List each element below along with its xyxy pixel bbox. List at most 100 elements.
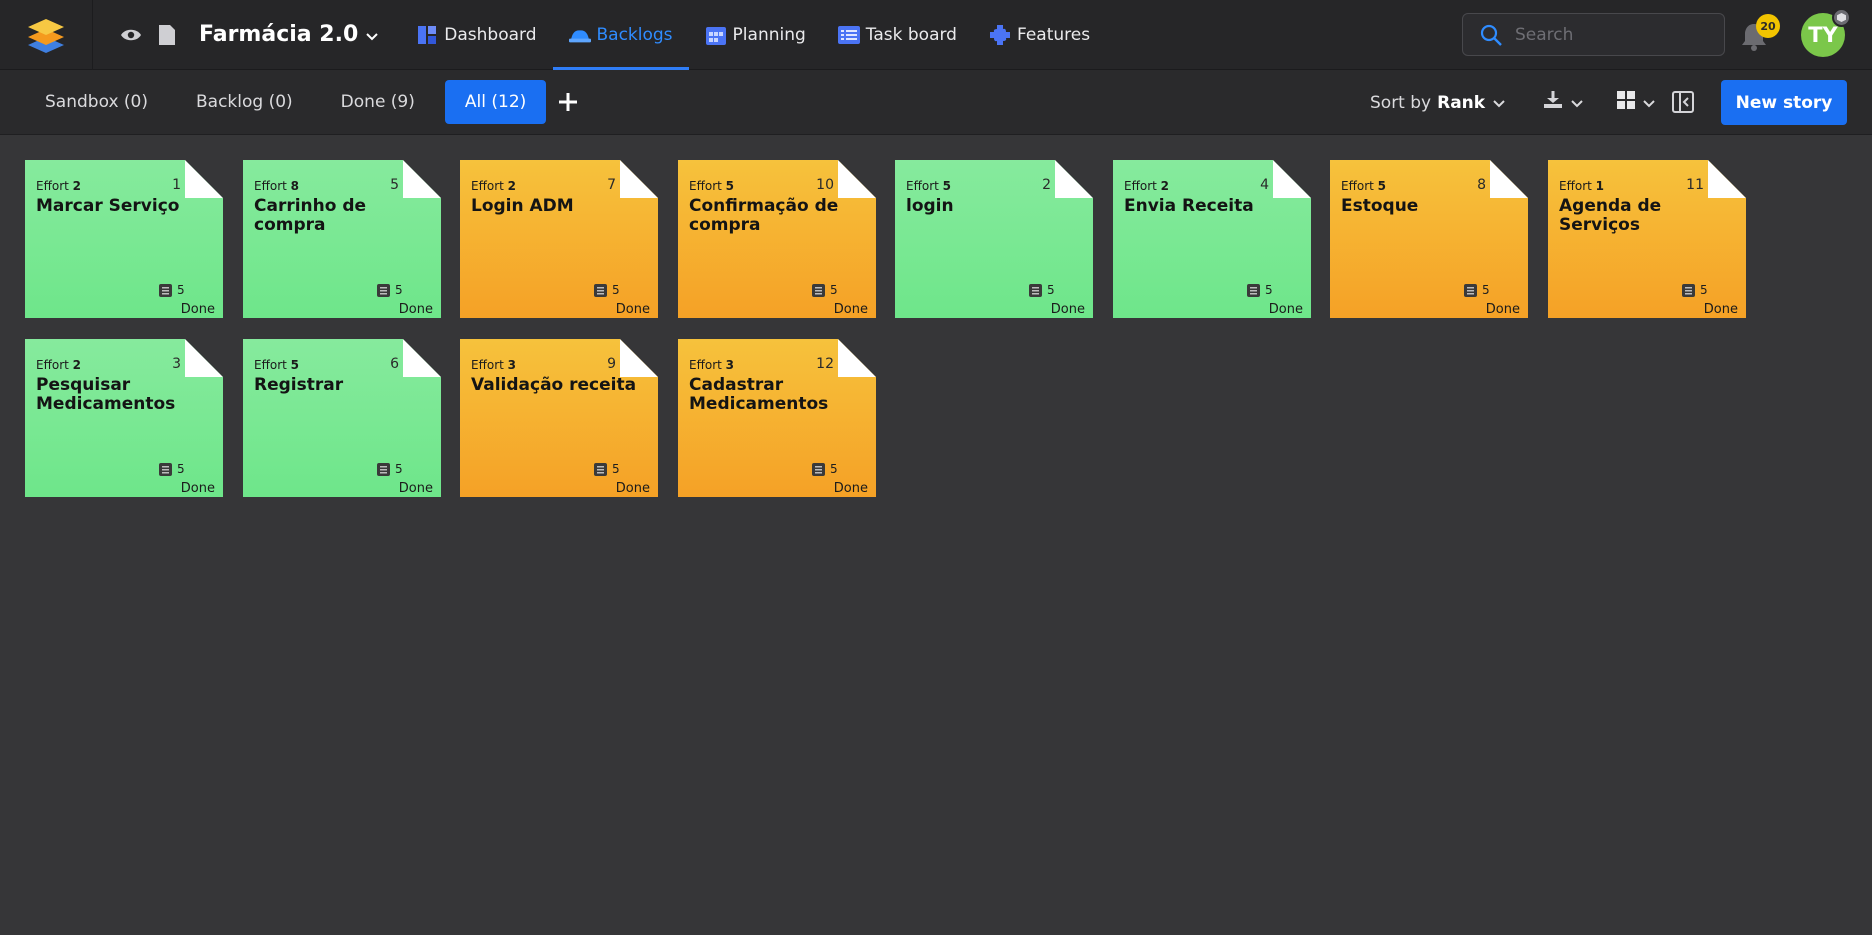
nav-backlogs[interactable]: Backlogs: [552, 0, 689, 70]
story-card[interactable]: Effort 3 12 Cadastrar Medicamentos 5 Done: [678, 339, 876, 497]
effort-value: 1: [1595, 179, 1605, 193]
filter-sandbox[interactable]: Sandbox (0): [21, 80, 172, 124]
task-count: 5: [612, 283, 620, 297]
task-list-icon: [594, 462, 607, 476]
task-count: 5: [830, 462, 838, 476]
story-card[interactable]: Effort 1 11 Agenda de Serviços 5 Done: [1548, 160, 1746, 318]
export-dropdown[interactable]: [1543, 88, 1583, 116]
card-title: Cadastrar Medicamentos: [689, 375, 829, 414]
card-title: Validação receita: [471, 375, 637, 395]
main-nav: Dashboard Backlogs Planning Task board F…: [400, 0, 1106, 70]
card-corner-fold: [620, 160, 658, 198]
task-count: 5: [1047, 283, 1055, 297]
effort-label: Effort: [906, 179, 939, 193]
task-list-icon: [812, 462, 825, 476]
card-title: Confirmação de compra: [689, 196, 839, 235]
task-list-icon: [1682, 283, 1695, 297]
card-corner-fold: [838, 339, 876, 377]
filter-all[interactable]: All (12): [444, 80, 547, 124]
card-corner-fold: [403, 339, 441, 377]
card-status: Done: [180, 481, 215, 496]
task-count: 5: [395, 462, 403, 476]
story-card[interactable]: Effort 5 6 Registrar 5 Done: [243, 339, 441, 497]
add-filter-plus-icon[interactable]: [554, 88, 582, 116]
card-status: Done: [1485, 302, 1520, 317]
story-card[interactable]: Effort 2 3 Pesquisar Medicamentos 5 Done: [25, 339, 223, 497]
eye-icon[interactable]: [117, 21, 145, 49]
effort-value: 5: [942, 179, 952, 193]
task-list-icon: [159, 283, 172, 297]
filter-done[interactable]: Done (9): [317, 80, 439, 124]
download-icon: [1543, 91, 1563, 113]
project-name: Farmácia 2.0: [199, 22, 359, 47]
task-list-icon: [594, 283, 607, 297]
card-status: Done: [1703, 302, 1738, 317]
effort-label: Effort: [36, 179, 69, 193]
project-selector[interactable]: Farmácia 2.0: [199, 22, 378, 47]
card-title: Envia Receita: [1124, 196, 1254, 216]
task-count: 5: [1265, 283, 1273, 297]
story-card[interactable]: Effort 5 10 Confirmação de compra 5 Done: [678, 160, 876, 318]
chevron-down-icon: [1493, 93, 1505, 113]
sort-dropdown[interactable]: Sort by Rank: [1370, 70, 1505, 135]
card-number: 4: [1260, 177, 1269, 193]
card-effort: Effort 2: [36, 358, 81, 372]
chevron-down-icon: [1643, 93, 1655, 112]
card-number: 9: [607, 356, 616, 372]
card-corner-fold: [185, 339, 223, 377]
card-effort: Effort 1: [1559, 179, 1604, 193]
card-status: Done: [1268, 302, 1303, 317]
nav-label: Task board: [865, 24, 957, 45]
card-effort: Effort 5: [1341, 179, 1386, 193]
nav-label: Planning: [732, 24, 806, 45]
backlogs-icon: [568, 24, 591, 46]
story-card[interactable]: Effort 2 1 Marcar Serviço 5 Done: [25, 160, 223, 318]
app-logo-icon[interactable]: [22, 11, 70, 59]
filter-backlog[interactable]: Backlog (0): [172, 80, 317, 124]
card-effort: Effort 5: [254, 358, 299, 372]
card-effort: Effort 2: [1124, 179, 1169, 193]
effort-value: 3: [725, 358, 735, 372]
search-icon: [1479, 23, 1503, 47]
card-tasks: 5: [159, 283, 185, 297]
effort-label: Effort: [254, 179, 287, 193]
grid-view-icon: [1617, 91, 1635, 113]
story-card[interactable]: Effort 3 9 Validação receita 5 Done: [460, 339, 658, 497]
collapse-panel-icon[interactable]: [1672, 88, 1694, 116]
card-tasks: 5: [1464, 283, 1490, 297]
effort-label: Effort: [1559, 179, 1592, 193]
nav-label: Dashboard: [444, 24, 537, 45]
search-box[interactable]: [1462, 13, 1725, 56]
nav-label: Backlogs: [596, 24, 673, 45]
card-status: Done: [833, 481, 868, 496]
card-number: 8: [1477, 177, 1486, 193]
nav-task-board[interactable]: Task board: [822, 0, 973, 70]
story-card[interactable]: Effort 2 4 Envia Receita 5 Done: [1113, 160, 1311, 318]
card-tasks: 5: [377, 283, 403, 297]
card-status: Done: [833, 302, 868, 317]
document-icon[interactable]: [153, 21, 181, 49]
card-title: Agenda de Serviços: [1559, 196, 1662, 235]
card-tasks: 5: [1247, 283, 1273, 297]
effort-value: 3: [507, 358, 517, 372]
card-tasks: 5: [377, 462, 403, 476]
story-card[interactable]: Effort 5 8 Estoque 5 Done: [1330, 160, 1528, 318]
effort-value: 5: [725, 179, 735, 193]
cube-icon: [1832, 8, 1851, 27]
story-card[interactable]: Effort 8 5 Carrinho de compra 5 Done: [243, 160, 441, 318]
effort-value: 5: [1377, 179, 1387, 193]
task-count: 5: [1700, 283, 1708, 297]
sort-prefix: Sort by: [1370, 92, 1432, 113]
story-card[interactable]: Effort 5 2 login 5 Done: [895, 160, 1093, 318]
nav-label: Features: [1016, 24, 1091, 45]
view-mode-dropdown[interactable]: [1617, 88, 1655, 116]
nav-planning[interactable]: Planning: [689, 0, 822, 70]
new-story-button[interactable]: New story: [1721, 80, 1847, 125]
nav-features[interactable]: Features: [973, 0, 1106, 70]
effort-value: 2: [507, 179, 517, 193]
task-list-icon: [377, 462, 390, 476]
search-input[interactable]: [1515, 24, 1695, 45]
story-card[interactable]: Effort 2 7 Login ADM 5 Done: [460, 160, 658, 318]
card-tasks: 5: [812, 462, 838, 476]
nav-dashboard[interactable]: Dashboard: [400, 0, 552, 70]
